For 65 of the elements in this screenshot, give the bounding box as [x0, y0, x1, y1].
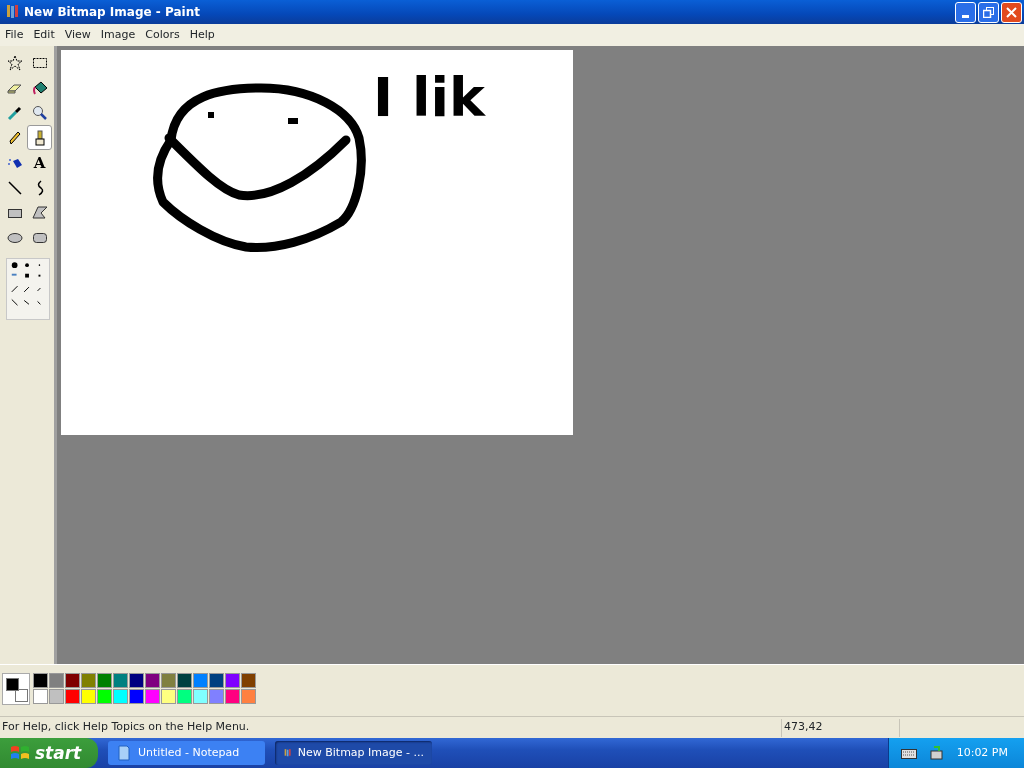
taskbar-button[interactable]: New Bitmap Image - ... — [275, 741, 432, 765]
current-colors[interactable] — [2, 673, 30, 705]
menu-item[interactable]: Edit — [28, 26, 60, 44]
minimize-icon — [962, 14, 969, 18]
color-swatch[interactable] — [33, 673, 48, 688]
keyboard-icon — [900, 747, 917, 759]
color-swatch[interactable] — [129, 673, 144, 688]
menu-item[interactable]: Image — [95, 26, 141, 44]
color-swatch[interactable] — [97, 689, 112, 704]
color-swatch[interactable] — [161, 673, 176, 688]
paint-app-icon — [4, 4, 20, 20]
color-swatch[interactable] — [161, 689, 176, 704]
restore-button[interactable] — [978, 1, 999, 23]
magnifier-icon — [31, 104, 48, 121]
color-swatch[interactable] — [65, 673, 80, 688]
drawing-canvas[interactable]: I lik — [61, 50, 573, 435]
color-swatch[interactable] — [81, 673, 96, 688]
minimize-button[interactable] — [955, 1, 976, 23]
color-swatch[interactable] — [241, 689, 256, 704]
color-swatch[interactable] — [49, 689, 64, 704]
color-swatch[interactable] — [113, 689, 128, 704]
brush-tool-button[interactable] — [27, 125, 52, 150]
pencil-icon — [6, 129, 23, 146]
star-select-icon — [6, 54, 23, 71]
eyedropper-icon — [6, 104, 23, 121]
paint-bucket-icon — [31, 79, 48, 96]
windows-flag-icon — [10, 744, 30, 762]
menu-item[interactable]: Help — [184, 26, 220, 44]
restore-icon — [983, 6, 994, 18]
handwritten-text: I lik — [373, 66, 485, 129]
start-button[interactable]: start — [0, 738, 98, 768]
color-swatch[interactable] — [225, 673, 240, 688]
color-swatch[interactable] — [145, 673, 160, 688]
menu-item[interactable]: Colors — [140, 26, 185, 44]
color-swatch[interactable] — [49, 673, 64, 688]
color-swatch[interactable] — [193, 689, 208, 704]
color-swatch[interactable] — [241, 673, 256, 688]
color-swatch[interactable] — [209, 689, 224, 704]
clock: 10:02 PM — [956, 744, 1008, 761]
text-tool-button[interactable]: A — [27, 150, 52, 175]
cursor-position: 473,42 — [783, 719, 824, 736]
color-swatch[interactable] — [129, 689, 144, 704]
color-swatch[interactable] — [33, 689, 48, 704]
menu-item[interactable]: View — [59, 26, 96, 44]
menu-item[interactable]: File — [0, 26, 29, 44]
polygon-icon — [31, 204, 48, 221]
line-icon — [6, 179, 23, 196]
brush-shape-options[interactable] — [6, 258, 50, 320]
color-swatch[interactable] — [209, 673, 224, 688]
color-swatch[interactable] — [81, 689, 96, 704]
window-title: New Bitmap Image - Paint — [24, 4, 200, 21]
color-swatch[interactable] — [177, 673, 192, 688]
color-swatch[interactable] — [65, 689, 80, 704]
color-swatch[interactable] — [193, 673, 208, 688]
color-swatch[interactable] — [97, 673, 112, 688]
color-swatch[interactable] — [225, 689, 240, 704]
close-button[interactable] — [1001, 1, 1022, 23]
close-icon — [1006, 6, 1017, 18]
network-icon — [928, 745, 945, 761]
taskbar-button[interactable]: Untitled - Notepad — [108, 741, 265, 765]
color-swatch[interactable] — [113, 673, 128, 688]
notepad-icon — [116, 745, 132, 761]
color-swatch[interactable] — [145, 689, 160, 704]
color-swatch[interactable] — [177, 689, 192, 704]
status-help-text: For Help, click Help Topics on the Help Menu. — [1, 719, 251, 736]
